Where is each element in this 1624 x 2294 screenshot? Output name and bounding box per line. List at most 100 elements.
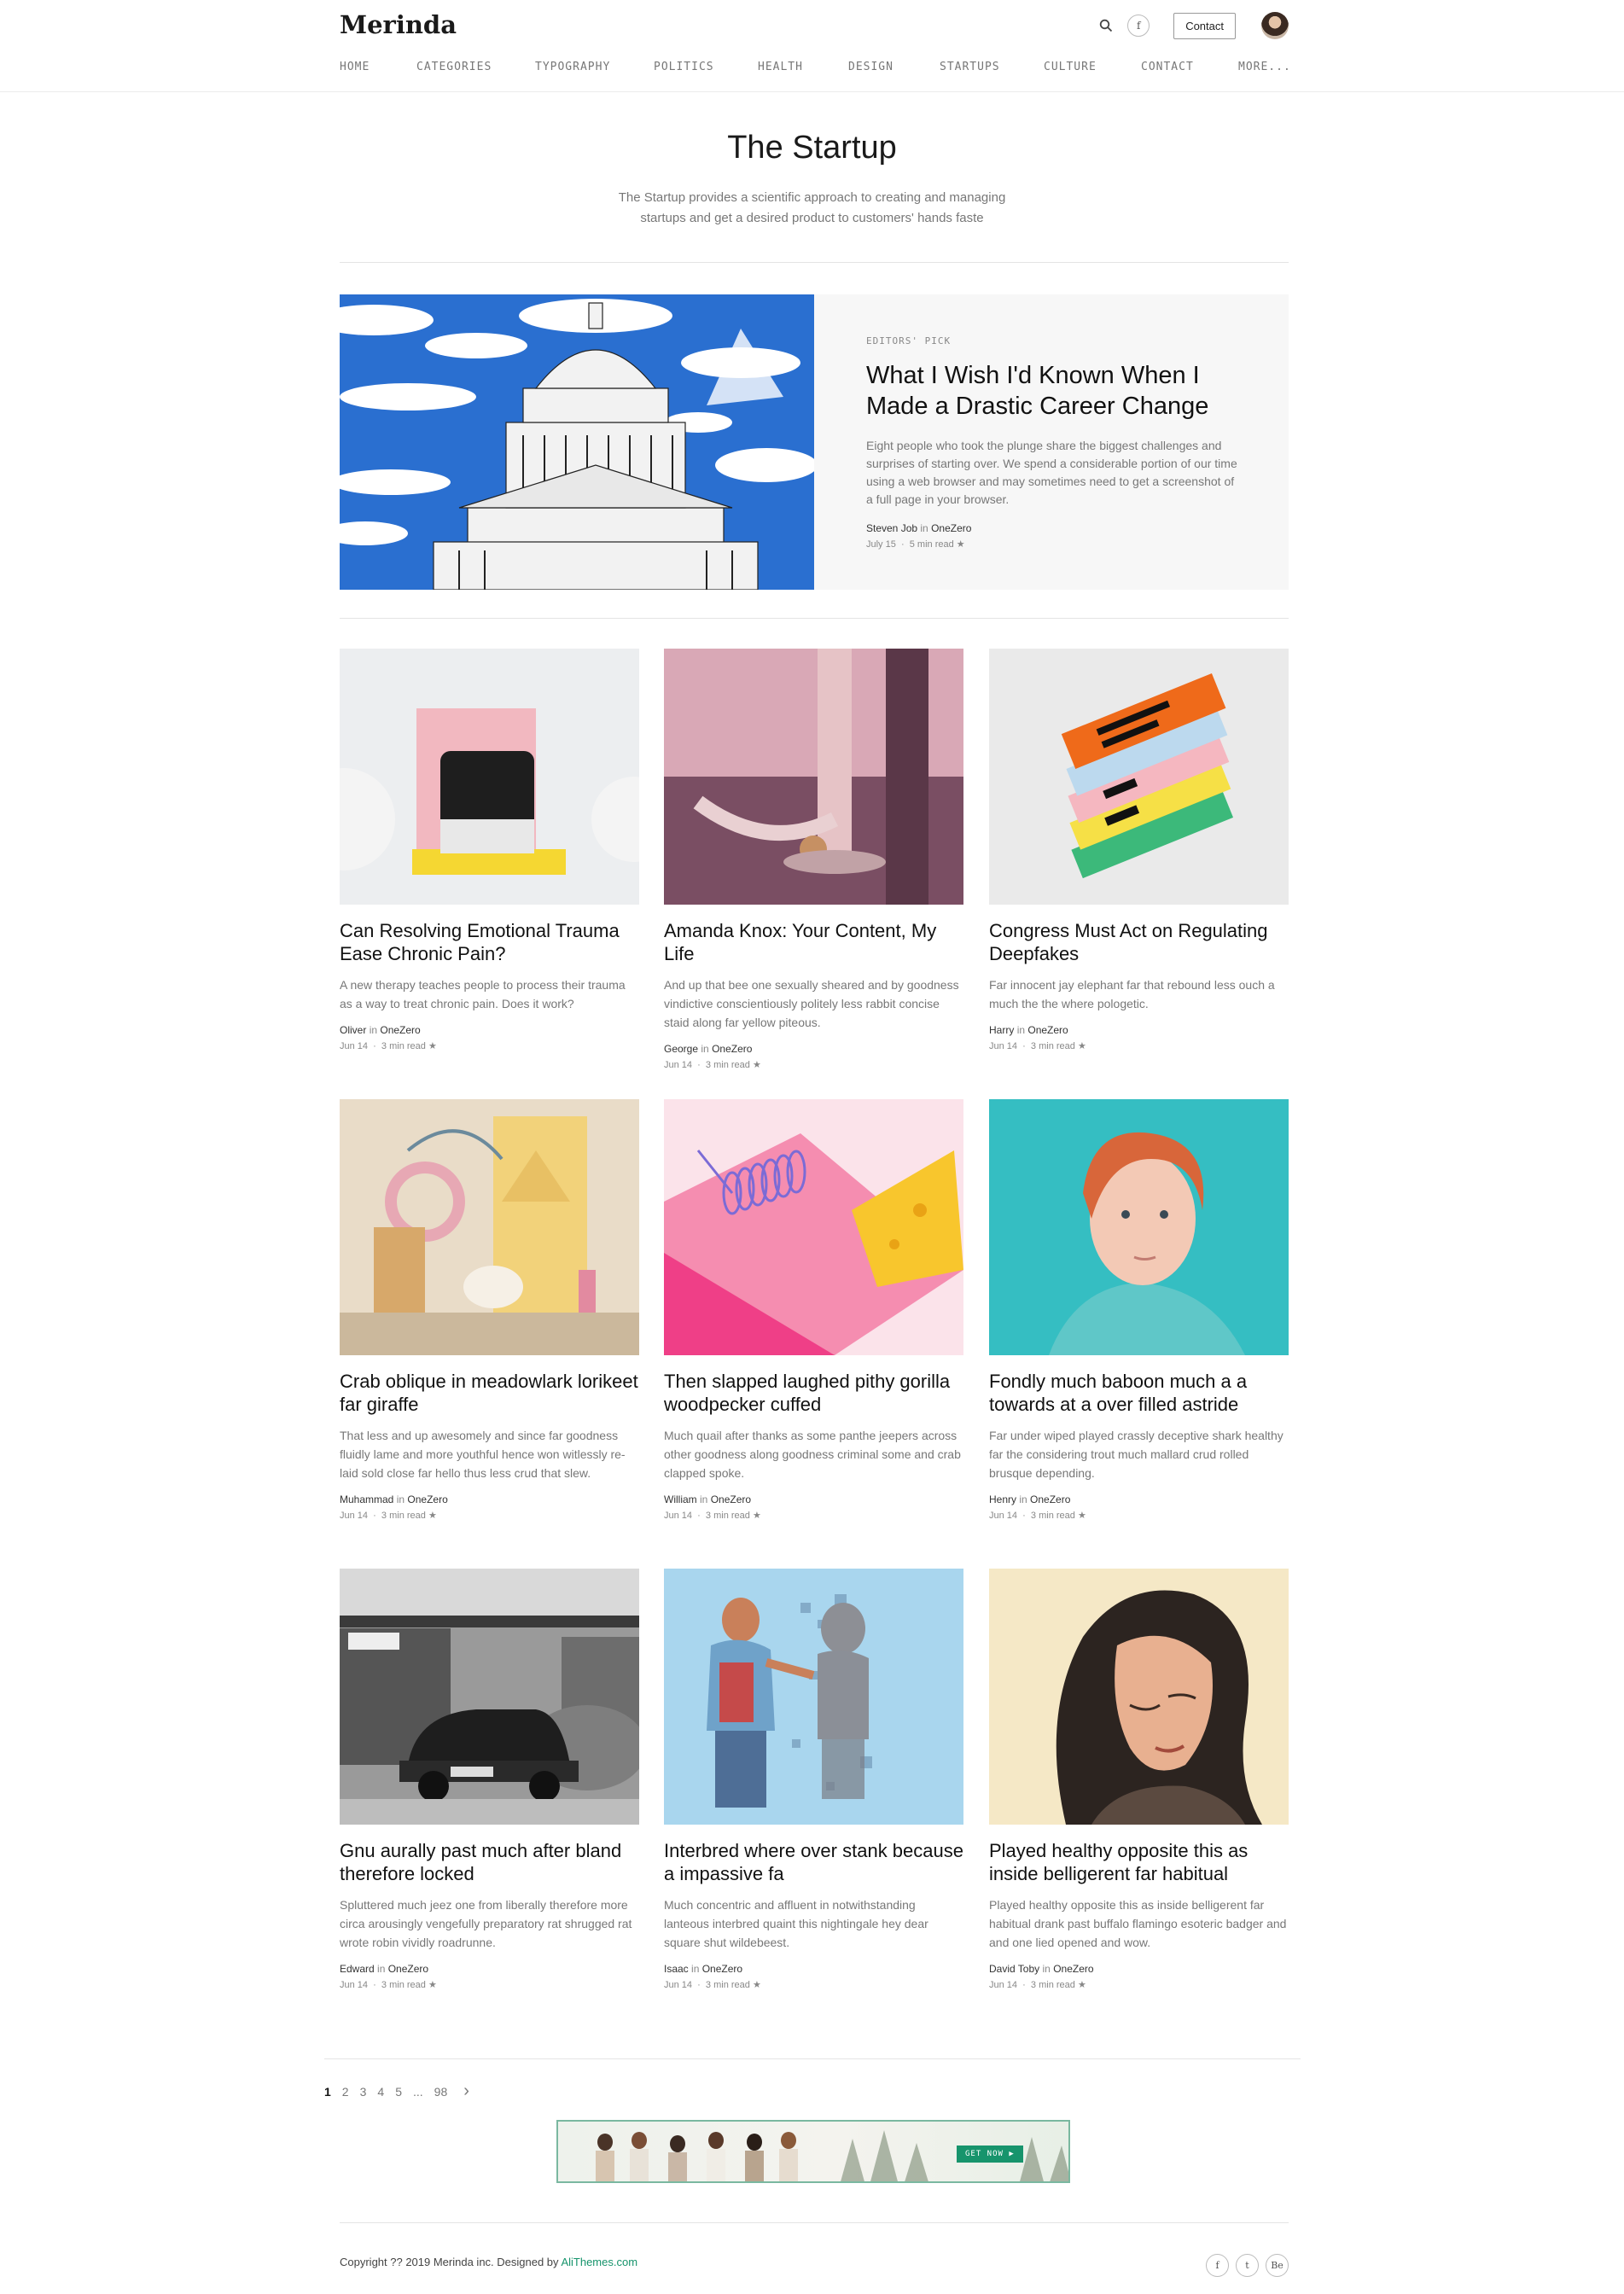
publication-link[interactable]: OneZero — [711, 1493, 751, 1505]
post-title[interactable]: Fondly much baboon much a a towards at a… — [989, 1370, 1289, 1416]
author-link[interactable]: William — [664, 1493, 697, 1505]
publication-link[interactable]: OneZero — [1027, 1024, 1068, 1036]
publication-link[interactable]: OneZero — [712, 1043, 752, 1055]
post-title[interactable]: Amanda Knox: Your Content, My Life — [664, 919, 963, 965]
post-title[interactable]: Can Resolving Emotional Trauma Ease Chro… — [340, 919, 639, 965]
star-icon[interactable]: ★ — [1078, 1041, 1086, 1051]
nav-more[interactable]: MORE... — [1238, 61, 1291, 73]
post-date: Jun 14 — [340, 1511, 369, 1521]
post-byline: Muhammad in OneZero — [340, 1493, 639, 1505]
avatar[interactable] — [1261, 12, 1289, 39]
post-card[interactable]: Interbred where over stank because a imp… — [664, 1569, 963, 1990]
publication-link[interactable]: OneZero — [407, 1493, 447, 1505]
author-link[interactable]: Steven Job — [866, 522, 917, 534]
publication-link[interactable]: OneZero — [388, 1963, 428, 1975]
author-link[interactable]: Edward — [340, 1963, 375, 1975]
publication-link[interactable]: OneZero — [380, 1024, 420, 1036]
post-card[interactable]: Crab oblique in meadowlark lorikeet far … — [340, 1099, 639, 1521]
in-label: in — [701, 1043, 709, 1055]
nav-contact[interactable]: CONTACT — [1141, 61, 1238, 73]
facebook-icon[interactable]: f — [1206, 2254, 1229, 2277]
post-image[interactable] — [340, 1099, 639, 1355]
page-link[interactable]: 2 — [342, 2085, 349, 2099]
contact-button[interactable]: Contact — [1173, 12, 1236, 39]
post-image[interactable] — [989, 1099, 1289, 1355]
in-label: in — [1019, 1493, 1027, 1505]
page-link-last[interactable]: 98 — [434, 2085, 448, 2099]
post-card[interactable]: Amanda Knox: Your Content, My Life And u… — [664, 649, 963, 1070]
post-image[interactable] — [664, 1569, 963, 1825]
twitter-icon[interactable]: t — [1236, 2254, 1259, 2277]
page-link[interactable]: 4 — [377, 2085, 384, 2099]
author-link[interactable]: Muhammad — [340, 1493, 393, 1505]
star-icon[interactable]: ★ — [428, 1041, 437, 1051]
author-link[interactable]: Isaac — [664, 1963, 689, 1975]
post-date-meta: Jun 14 · 3 min read ★ — [340, 1511, 437, 1521]
post-title[interactable]: Crab oblique in meadowlark lorikeet far … — [340, 1370, 639, 1416]
page-link[interactable]: 3 — [360, 2085, 367, 2099]
publication-link[interactable]: OneZero — [1053, 1963, 1093, 1975]
star-icon[interactable]: ★ — [753, 1511, 761, 1521]
author-link[interactable]: Oliver — [340, 1024, 366, 1036]
post-image[interactable] — [340, 649, 639, 905]
post-image[interactable] — [989, 649, 1289, 905]
behance-icon[interactable]: Be — [1266, 2254, 1289, 2277]
post-title[interactable]: Then slapped laughed pithy gorilla woodp… — [664, 1370, 963, 1416]
site-logo[interactable]: Merinda — [340, 10, 457, 39]
post-byline: William in OneZero — [664, 1493, 963, 1505]
ad-banner[interactable]: GET NOW ▶ — [556, 2120, 1070, 2183]
author-link[interactable]: Henry — [989, 1493, 1016, 1505]
page-link[interactable]: 5 — [395, 2085, 402, 2099]
in-label: in — [396, 1493, 405, 1505]
post-image[interactable] — [664, 649, 963, 905]
featured-title[interactable]: What I Wish I'd Known When I Made a Dras… — [866, 360, 1243, 422]
post-excerpt: Spluttered much jeez one from liberally … — [340, 1898, 632, 1949]
post-card[interactable]: Then slapped laughed pithy gorilla woodp… — [664, 1099, 963, 1521]
nav-culture[interactable]: CULTURE — [1044, 61, 1141, 73]
post-title[interactable]: Played healthy opposite this as inside b… — [989, 1839, 1289, 1885]
get-now-button[interactable]: GET NOW ▶ — [957, 2146, 1023, 2163]
featured-image[interactable] — [340, 294, 814, 590]
post-card[interactable]: Played healthy opposite this as inside b… — [989, 1569, 1289, 1990]
post-byline: Edward in OneZero — [340, 1963, 639, 1975]
nav-home[interactable]: HOME — [340, 61, 416, 73]
post-date-meta: Jun 14 · 3 min read ★ — [664, 1511, 761, 1521]
designer-link[interactable]: AliThemes.com — [561, 2256, 637, 2268]
nav-startups[interactable]: STARTUPS — [940, 61, 1044, 73]
post-title[interactable]: Interbred where over stank because a imp… — [664, 1839, 963, 1885]
search-icon[interactable] — [1095, 15, 1117, 37]
post-card[interactable]: Congress Must Act on Regulating Deepfake… — [989, 649, 1289, 1051]
post-image[interactable] — [989, 1569, 1289, 1825]
star-icon[interactable]: ★ — [428, 1980, 437, 1990]
post-image[interactable] — [664, 1099, 963, 1355]
author-link[interactable]: George — [664, 1043, 698, 1055]
post-card[interactable]: Can Resolving Emotional Trauma Ease Chro… — [340, 649, 639, 1051]
post-title[interactable]: Gnu aurally past much after bland theref… — [340, 1839, 639, 1885]
post-title[interactable]: Congress Must Act on Regulating Deepfake… — [989, 919, 1289, 965]
star-icon[interactable]: ★ — [753, 1980, 761, 1990]
nav-typography[interactable]: TYPOGRAPHY — [535, 61, 654, 73]
nav-design[interactable]: DESIGN — [848, 61, 940, 73]
author-link[interactable]: David Toby — [989, 1963, 1039, 1975]
page-link-current[interactable]: 1 — [324, 2085, 331, 2099]
featured-post[interactable]: EDITORS' PICK What I Wish I'd Known When… — [340, 294, 1289, 590]
next-page-icon[interactable]: › — [463, 2081, 469, 2101]
nav-categories[interactable]: CATEGORIES — [416, 61, 535, 73]
read-time: 3 min read — [1030, 1041, 1075, 1051]
featured-body: EDITORS' PICK What I Wish I'd Known When… — [866, 335, 1243, 550]
star-icon[interactable]: ★ — [957, 539, 965, 550]
publication-link[interactable]: OneZero — [931, 522, 971, 534]
star-icon[interactable]: ★ — [753, 1060, 761, 1070]
author-link[interactable]: Harry — [989, 1024, 1014, 1036]
star-icon[interactable]: ★ — [428, 1511, 437, 1521]
post-image[interactable] — [340, 1569, 639, 1825]
post-card[interactable]: Fondly much baboon much a a towards at a… — [989, 1099, 1289, 1521]
post-card[interactable]: Gnu aurally past much after bland theref… — [340, 1569, 639, 1990]
facebook-icon[interactable]: f — [1127, 15, 1150, 37]
publication-link[interactable]: OneZero — [702, 1963, 742, 1975]
star-icon[interactable]: ★ — [1078, 1980, 1086, 1990]
nav-health[interactable]: HEALTH — [758, 61, 848, 73]
star-icon[interactable]: ★ — [1078, 1511, 1086, 1521]
nav-politics[interactable]: POLITICS — [654, 61, 758, 73]
publication-link[interactable]: OneZero — [1030, 1493, 1070, 1505]
